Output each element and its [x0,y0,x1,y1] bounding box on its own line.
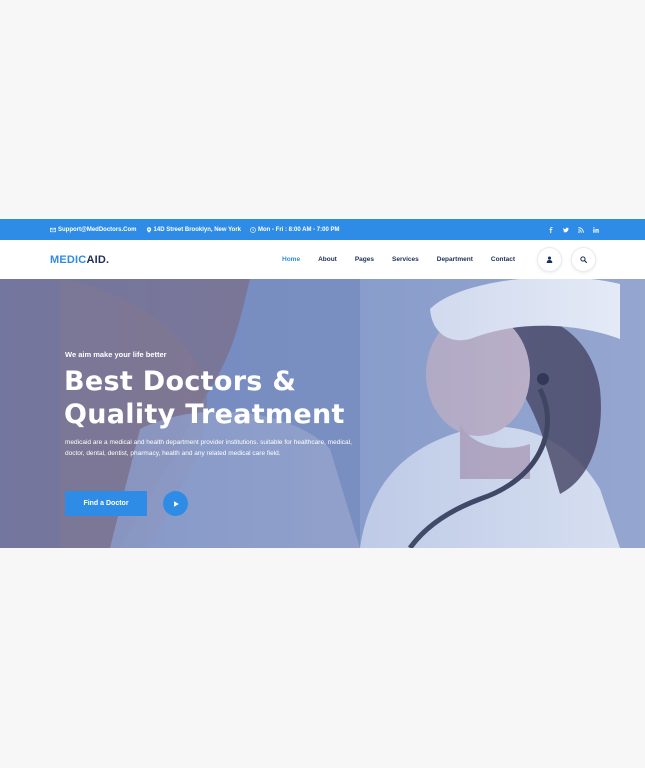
hero-title: Best Doctors & Quality Treatment [64,365,345,431]
clock-icon [250,226,256,233]
map-pin-icon [146,226,152,233]
facebook-icon[interactable] [548,226,554,233]
account-button[interactable] [537,247,562,272]
social-links [548,219,599,240]
address-text: 14D Street Brooklyn, New York [153,226,241,233]
nav-item-contact[interactable]: Contact [491,256,515,263]
search-button[interactable] [571,247,596,272]
brand-logo-part1: MEDIC [50,253,87,266]
nav-menu: Home About Pages Services Department Con… [282,240,533,279]
hero-title-line1: Best Doctors & [64,366,297,397]
contact-info: Support@MedDoctors.Com 14D Street Brookl… [50,219,339,240]
nav-item-department[interactable]: Department [437,256,473,263]
nav-item-services[interactable]: Services [392,256,419,263]
hours-info: Mon - Fri : 8:00 AM - 7:00 PM [250,227,339,233]
top-info-bar: Support@MedDoctors.Com 14D Street Brookl… [0,219,645,240]
hero-banner: We aim make your life better Best Doctor… [0,279,645,548]
email-text: Support@MedDoctors.Com [58,226,137,233]
address-info: 14D Street Brooklyn, New York [146,227,241,233]
nav-item-pages[interactable]: Pages [355,256,374,263]
hero-description: medicaid are a medical and health depart… [65,439,352,457]
search-icon [580,256,587,263]
hero-title-highlight: Quality [64,399,176,430]
brand-logo-part2: AID. [86,253,110,266]
mail-icon [50,227,56,233]
play-icon [173,500,179,507]
hero-title-highlight-wrap: Quality [64,399,176,430]
hero-title-rest: Treatment [175,399,345,430]
twitter-icon[interactable] [563,227,569,233]
hero-subtitle: We aim make your life better [65,350,167,359]
nav-item-home[interactable]: Home [282,256,300,263]
user-icon [546,256,553,263]
rss-icon[interactable] [578,226,584,233]
play-video-button[interactable] [163,491,188,516]
hours-text: Mon - Fri : 8:00 AM - 7:00 PM [258,226,340,233]
email-info[interactable]: Support@MedDoctors.Com [50,227,137,233]
linkedin-icon[interactable] [593,226,599,233]
nav-item-about[interactable]: About [318,256,337,263]
find-doctor-button[interactable]: Find a Doctor [65,491,147,516]
hero-title-line2: Quality Treatment [64,398,345,431]
brand-logo[interactable]: MEDIC AID. [50,240,109,279]
